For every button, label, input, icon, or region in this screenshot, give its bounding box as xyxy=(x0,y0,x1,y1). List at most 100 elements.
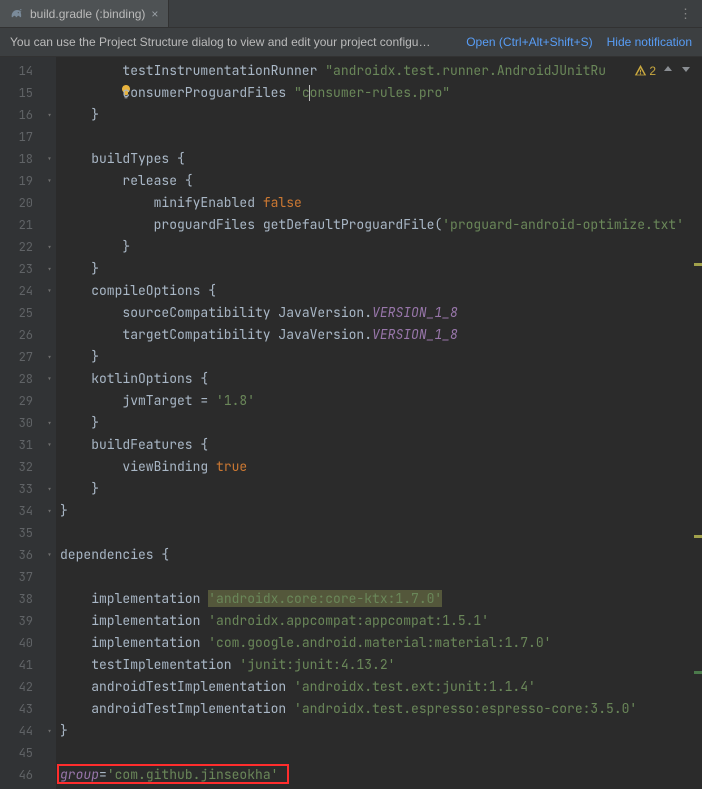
line-number[interactable]: 22 xyxy=(0,236,43,258)
code-line[interactable]: viewBinding true xyxy=(56,456,702,478)
code-line[interactable]: } xyxy=(56,236,702,258)
code-line[interactable]: } xyxy=(56,104,702,126)
fold-cell[interactable] xyxy=(43,82,56,104)
fold-open-icon[interactable]: ▾ xyxy=(45,287,54,296)
line-number[interactable]: 26 xyxy=(0,324,43,346)
line-number[interactable]: 35 xyxy=(0,522,43,544)
line-number[interactable]: 30 xyxy=(0,412,43,434)
code-line[interactable]: } xyxy=(56,720,702,742)
line-number[interactable]: 45 xyxy=(0,742,43,764)
code-line[interactable]: proguardFiles getDefaultProguardFile('pr… xyxy=(56,214,702,236)
fold-cell[interactable] xyxy=(43,698,56,720)
line-number[interactable]: 25 xyxy=(0,302,43,324)
fold-cell[interactable] xyxy=(43,324,56,346)
fold-open-icon[interactable]: ▾ xyxy=(45,551,54,560)
code-line[interactable]: consumerProguardFiles "consumer-rules.pr… xyxy=(56,82,702,104)
fold-cell[interactable]: ▴ xyxy=(43,104,56,126)
line-number[interactable]: 15 xyxy=(0,82,43,104)
code-line[interactable]: release { xyxy=(56,170,702,192)
fold-cell[interactable]: ▴ xyxy=(43,236,56,258)
fold-open-icon[interactable]: ▾ xyxy=(45,155,54,164)
line-number[interactable]: 33 xyxy=(0,478,43,500)
line-number[interactable]: 16 xyxy=(0,104,43,126)
code-line[interactable]: androidTestImplementation 'androidx.test… xyxy=(56,698,702,720)
line-number[interactable]: 14 xyxy=(0,60,43,82)
line-number[interactable]: 40 xyxy=(0,632,43,654)
code-line[interactable]: implementation 'com.google.android.mater… xyxy=(56,632,702,654)
fold-open-icon[interactable]: ▾ xyxy=(45,375,54,384)
fold-cell[interactable] xyxy=(43,610,56,632)
fold-cell[interactable] xyxy=(43,390,56,412)
line-number[interactable]: 41 xyxy=(0,654,43,676)
line-number[interactable]: 32 xyxy=(0,456,43,478)
fold-cell[interactable] xyxy=(43,588,56,610)
line-number[interactable]: 46 xyxy=(0,764,43,786)
fold-close-icon[interactable]: ▴ xyxy=(45,243,54,252)
editor-tab[interactable]: build.gradle (:binding) × xyxy=(0,0,169,27)
fold-cell[interactable] xyxy=(43,522,56,544)
fold-cell[interactable]: ▴ xyxy=(43,412,56,434)
code-line[interactable]: testImplementation 'junit:junit:4.13.2' xyxy=(56,654,702,676)
more-icon[interactable]: ⋮ xyxy=(669,5,702,22)
code-line[interactable]: implementation 'androidx.core:core-ktx:1… xyxy=(56,588,702,610)
line-number[interactable]: 24 xyxy=(0,280,43,302)
hide-notification-link[interactable]: Hide notification xyxy=(607,35,692,49)
fold-cell[interactable]: ▴ xyxy=(43,346,56,368)
fold-cell[interactable]: ▾ xyxy=(43,434,56,456)
code-line[interactable]: implementation 'androidx.appcompat:appco… xyxy=(56,610,702,632)
fold-open-icon[interactable]: ▾ xyxy=(45,177,54,186)
code-line[interactable]: jvmTarget = '1.8' xyxy=(56,390,702,412)
line-number[interactable]: 18 xyxy=(0,148,43,170)
fold-cell[interactable] xyxy=(43,214,56,236)
fold-cell[interactable] xyxy=(43,676,56,698)
fold-cell[interactable]: ▾ xyxy=(43,368,56,390)
code-editor[interactable]: 1415161718192021222324252627282930313233… xyxy=(0,57,702,789)
code-line[interactable]: minifyEnabled false xyxy=(56,192,702,214)
line-number[interactable]: 20 xyxy=(0,192,43,214)
fold-cell[interactable] xyxy=(43,302,56,324)
fold-cell[interactable] xyxy=(43,632,56,654)
fold-cell[interactable]: ▾ xyxy=(43,544,56,566)
line-number[interactable]: 21 xyxy=(0,214,43,236)
line-number[interactable]: 17 xyxy=(0,126,43,148)
line-number[interactable]: 27 xyxy=(0,346,43,368)
scrollbar-marker[interactable] xyxy=(694,263,702,266)
code-line[interactable] xyxy=(56,126,702,148)
fold-cell[interactable]: ▾ xyxy=(43,170,56,192)
close-icon[interactable]: × xyxy=(151,7,158,21)
fold-cell[interactable]: ▴ xyxy=(43,478,56,500)
code-line[interactable]: } xyxy=(56,346,702,368)
fold-cell[interactable] xyxy=(43,126,56,148)
editor-scrollbar[interactable] xyxy=(694,57,702,789)
fold-close-icon[interactable]: ▴ xyxy=(45,727,54,736)
open-project-structure-link[interactable]: Open (Ctrl+Alt+Shift+S) xyxy=(466,35,592,49)
fold-cell[interactable]: ▾ xyxy=(43,148,56,170)
fold-cell[interactable]: ▾ xyxy=(43,280,56,302)
fold-close-icon[interactable]: ▴ xyxy=(45,507,54,516)
line-number[interactable]: 43 xyxy=(0,698,43,720)
fold-cell[interactable]: ▴ xyxy=(43,258,56,280)
fold-open-icon[interactable]: ▾ xyxy=(45,441,54,450)
line-number[interactable]: 39 xyxy=(0,610,43,632)
line-number[interactable]: 44 xyxy=(0,720,43,742)
code-line[interactable]: kotlinOptions { xyxy=(56,368,702,390)
code-line[interactable] xyxy=(56,522,702,544)
line-number[interactable]: 19 xyxy=(0,170,43,192)
scrollbar-marker[interactable] xyxy=(694,671,702,674)
fold-cell[interactable] xyxy=(43,566,56,588)
code-line[interactable]: androidTestImplementation 'androidx.test… xyxy=(56,676,702,698)
code-line[interactable]: sourceCompatibility JavaVersion.VERSION_… xyxy=(56,302,702,324)
fold-cell[interactable]: ▴ xyxy=(43,720,56,742)
line-number[interactable]: 34 xyxy=(0,500,43,522)
code-line[interactable] xyxy=(56,742,702,764)
fold-close-icon[interactable]: ▴ xyxy=(45,111,54,120)
fold-cell[interactable] xyxy=(43,192,56,214)
line-number[interactable]: 38 xyxy=(0,588,43,610)
line-number[interactable]: 36 xyxy=(0,544,43,566)
line-number[interactable]: 23 xyxy=(0,258,43,280)
fold-cell[interactable]: ▴ xyxy=(43,500,56,522)
code-line[interactable]: } xyxy=(56,500,702,522)
code-line[interactable]: dependencies { xyxy=(56,544,702,566)
line-number[interactable]: 37 xyxy=(0,566,43,588)
code-line[interactable]: } xyxy=(56,412,702,434)
